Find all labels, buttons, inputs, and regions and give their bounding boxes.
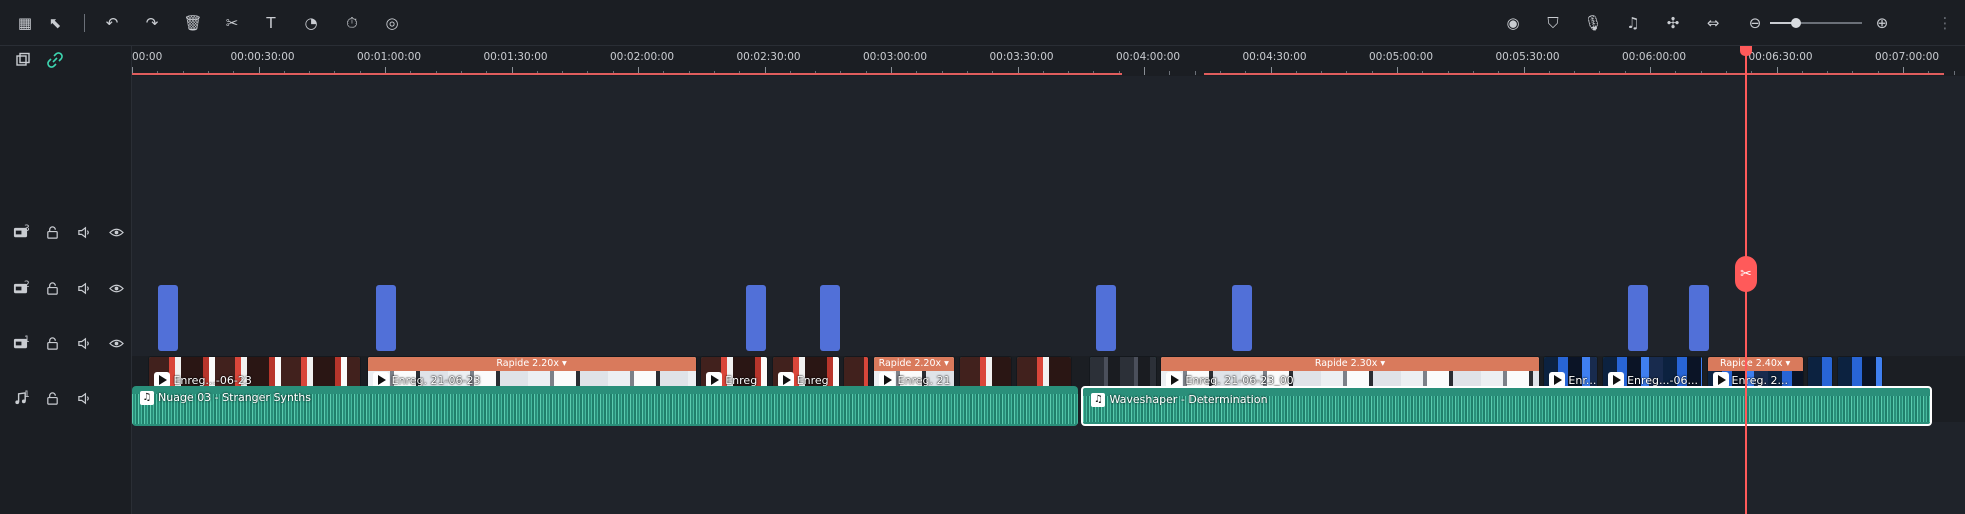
transition-clip[interactable] [1096, 285, 1117, 351]
ruler-time-label: 00:05:30:00 [1495, 51, 1560, 63]
speed-badge[interactable]: Rapide 2.40x ▾ [1707, 357, 1803, 371]
ruler-time-label: 00:00 [132, 51, 163, 63]
voiceover-icon[interactable]: 🎙 [1582, 12, 1604, 34]
track-header-audio-1: 1 [0, 383, 132, 413]
link-toggle-button[interactable] [45, 50, 65, 70]
ruler-time-label: 00:03:30:00 [989, 51, 1054, 63]
track-header-video-3: 3 [0, 217, 132, 247]
speed-badge[interactable]: Rapide 2.20x ▾ [873, 357, 955, 371]
lock-track-icon[interactable] [42, 333, 62, 353]
toolbar-separator [84, 14, 85, 32]
mute-track-icon[interactable] [74, 222, 94, 242]
playhead-handle[interactable] [1740, 46, 1753, 56]
visibility-eye-icon[interactable] [106, 333, 126, 353]
audio-clip[interactable]: ♫ Nuage 03 - Stranger Synths [132, 386, 1078, 426]
layout-grid-icon[interactable]: ▦ [14, 12, 36, 34]
speed-ramp-icon[interactable]: ◔ [300, 12, 322, 34]
track-number: 1 [24, 390, 30, 400]
audio-clip-label: Nuage 03 - Stranger Synths [158, 391, 311, 404]
transition-clip[interactable] [746, 285, 767, 351]
duration-icon[interactable]: ⏱ [341, 12, 363, 34]
ruler-time-label: 00:05:00:00 [1369, 51, 1434, 63]
rendered-range-bar [132, 73, 1122, 75]
zoom-slider-thumb[interactable] [1790, 18, 1801, 28]
cut-icon[interactable]: ✂ [221, 12, 243, 34]
speed-badge[interactable]: Rapide 2.30x ▾ [1161, 357, 1539, 371]
transition-clip[interactable] [1232, 285, 1253, 351]
ruler-time-label: 00:02:00:00 [610, 51, 675, 63]
ruler-time-label: 00:06:00:00 [1622, 51, 1687, 63]
timeline-toolbar: ⋮ ▦ ⬉ ↶ ↷ 🗑 ✂ T ◔ ⏱ ◎ ◉ ⛉ 🎙 ♫ ✣ ⇔ ⊖ ⊕ [0, 0, 1965, 46]
delete-icon[interactable]: 🗑 [182, 12, 204, 34]
ruler-time-label: 00:06:30:00 [1748, 51, 1813, 63]
visibility-eye-icon[interactable] [106, 278, 126, 298]
track-header-column: 3 2 1 1 [0, 46, 132, 514]
ruler-time-label: 00:00:30:00 [230, 51, 295, 63]
link-icon [47, 52, 63, 68]
zoom-slider[interactable] [1770, 18, 1862, 28]
ruler-time-label: 00:03:00:00 [863, 51, 928, 63]
split-scissors-button[interactable]: ✂ [1735, 256, 1758, 292]
ruler-time-label: 00:02:30:00 [736, 51, 801, 63]
more-options-icon[interactable]: ⋮ [1934, 12, 1956, 34]
redo-icon[interactable]: ↷ [141, 12, 163, 34]
audio-clip[interactable]: ♫ Waveshaper - Determination [1081, 386, 1932, 426]
ruler-time-label: 00:01:00:00 [357, 51, 422, 63]
render-preview-icon[interactable]: ◉ [1502, 12, 1524, 34]
audio-mixer-icon[interactable]: ♫ [1622, 12, 1644, 34]
ruler-time-label: 00:04:30:00 [1242, 51, 1307, 63]
scissors-icon: ✂ [1740, 266, 1752, 282]
ruler-time-label: 00:07:00:00 [1875, 51, 1940, 63]
transition-clip[interactable] [376, 285, 397, 351]
track-header-video-2: 2 [0, 273, 132, 303]
lock-track-icon[interactable] [42, 388, 62, 408]
ruler-time-label: 00:01:30:00 [483, 51, 548, 63]
speed-badge[interactable]: Rapide 2.20x ▾ [367, 357, 696, 371]
select-arrow-icon[interactable]: ⬉ [44, 12, 66, 34]
transition-clip[interactable] [819, 285, 840, 351]
color-match-icon[interactable]: ◎ [381, 12, 403, 34]
snap-icon[interactable]: ✣ [1662, 12, 1684, 34]
zoom-out-icon[interactable]: ⊖ [1744, 12, 1766, 34]
text-icon[interactable]: T [260, 12, 282, 34]
transition-clip[interactable] [157, 285, 178, 351]
transition-clip[interactable] [1628, 285, 1649, 351]
ruler-minor-tick [1953, 71, 1955, 75]
fit-timeline-icon[interactable]: ⇔ [1702, 12, 1724, 34]
lock-track-icon[interactable] [42, 222, 62, 242]
mute-track-icon[interactable] [74, 333, 94, 353]
track-header-video-1: 1 [0, 328, 132, 358]
music-note-icon: ♫ [140, 391, 154, 405]
timeline-area[interactable]: 00:00 00:00:30:00 00:01:00:00 00:01:30:00 00… [132, 46, 1965, 514]
lock-track-icon[interactable] [42, 278, 62, 298]
ruler-minor-tick [1169, 71, 1171, 75]
track-number: 3 [24, 224, 30, 234]
add-track-icon [16, 52, 30, 66]
marker-icon[interactable]: ⛉ [1542, 12, 1564, 34]
music-note-icon: ♫ [1091, 393, 1106, 407]
mute-track-icon[interactable] [74, 278, 94, 298]
rendered-range-bar [1204, 73, 1944, 75]
undo-icon[interactable]: ↶ [101, 12, 123, 34]
ruler-major-tick [1144, 67, 1145, 75]
time-ruler[interactable]: 00:00 00:00:30:00 00:01:00:00 00:01:30:00 00… [132, 46, 1965, 76]
audio-clip-label: Waveshaper - Determination [1109, 393, 1268, 406]
add-track-button[interactable] [13, 50, 33, 70]
transition-clip[interactable] [1688, 285, 1709, 351]
mute-track-icon[interactable] [74, 388, 94, 408]
zoom-in-icon[interactable]: ⊕ [1871, 12, 1893, 34]
ruler-time-label: 00:04:00:00 [1116, 51, 1181, 63]
ruler-minor-tick [1194, 71, 1196, 75]
track-number: 1 [24, 335, 30, 345]
track-number: 2 [24, 280, 30, 290]
visibility-eye-icon[interactable] [106, 222, 126, 242]
